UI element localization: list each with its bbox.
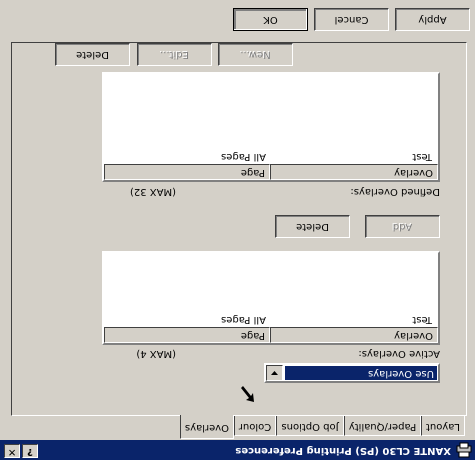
tab-colour[interactable]: Colour (234, 416, 276, 436)
window-title: XANTE CL30 (PS) Printing Preferences (235, 445, 451, 456)
apply-button[interactable]: Apply (395, 8, 470, 31)
defined-overlays-list[interactable]: Overlay Page Test All Pages (102, 72, 440, 182)
list-item[interactable]: Test All Pages (106, 312, 436, 326)
title-bar: XANTE CL30 (PS) Printing Preferences ? ✕ (0, 440, 475, 460)
overlay-name-cell: Test (412, 314, 432, 325)
overlay-mode-select[interactable]: Use Overlays (264, 363, 440, 383)
overlay-page-cell: All Pages (221, 151, 266, 162)
overlay-mode-value: Use Overlays (285, 366, 437, 380)
arrow-pointer-icon (241, 386, 254, 402)
new-button[interactable]: New... (218, 43, 293, 66)
add-button[interactable]: Add (365, 215, 440, 238)
active-overlays-label: Active Overlays: (358, 348, 440, 359)
help-button[interactable]: ? (22, 444, 38, 458)
delete-active-button[interactable]: Delete (275, 215, 350, 238)
close-button[interactable]: ✕ (4, 444, 20, 458)
close-icon: ✕ (7, 446, 17, 457)
cancel-button[interactable]: Cancel (314, 8, 389, 31)
list-item[interactable]: Test All Pages (106, 149, 436, 163)
defined-overlays-max: (MAX 32) (129, 186, 176, 197)
overlay-name-cell: Test (412, 151, 432, 162)
defined-col-overlay[interactable]: Overlay (270, 164, 438, 180)
active-overlays-list[interactable]: Overlay Page Test All Pages (102, 251, 440, 345)
tab-job-options[interactable]: Job Options (276, 416, 344, 436)
tab-overlays[interactable]: Overlays (180, 415, 234, 439)
printing-preferences-dialog: XANTE CL30 (PS) Printing Preferences ? ✕… (0, 0, 475, 460)
chevron-down-icon (271, 371, 278, 375)
defined-col-page[interactable]: Page (104, 164, 270, 180)
ok-button[interactable]: OK (233, 8, 308, 31)
overlays-tab-panel: Use Overlays Active Overlays: (MAX 4) Ov… (11, 42, 467, 416)
edit-button[interactable]: Edit... (137, 43, 212, 66)
defined-overlays-label: Defined Overlays: (350, 186, 440, 197)
tab-layout[interactable]: Layout (421, 416, 465, 436)
active-col-overlay[interactable]: Overlay (270, 327, 438, 343)
delete-defined-button[interactable]: Delete (55, 43, 130, 66)
active-overlays-max: (MAX 4) (136, 348, 176, 359)
printer-icon (456, 442, 472, 458)
dropdown-button[interactable] (266, 365, 283, 381)
tab-paper-quality[interactable]: Paper/Quality (344, 416, 421, 436)
overlay-page-cell: All Pages (221, 314, 266, 325)
active-col-page[interactable]: Page (104, 327, 270, 343)
